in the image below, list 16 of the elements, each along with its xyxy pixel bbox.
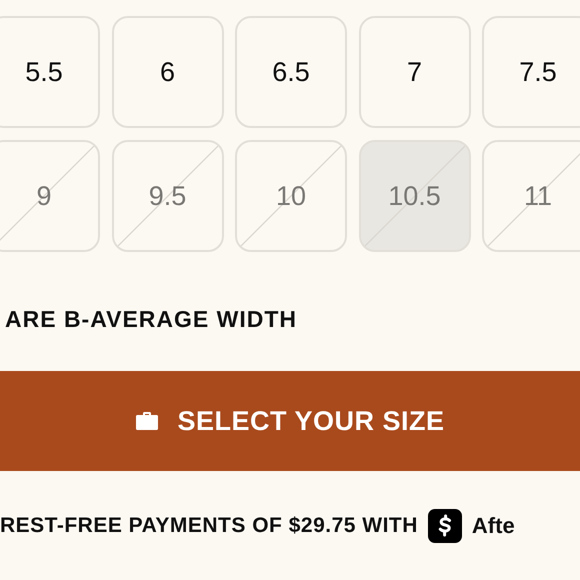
size-option[interactable]: 6 — [112, 16, 224, 128]
dollar-icon — [428, 509, 462, 543]
size-option[interactable]: 7 — [358, 16, 470, 128]
size-option[interactable]: 6.5 — [235, 16, 347, 128]
payment-provider: Afte — [472, 513, 515, 539]
payment-note: REST-FREE PAYMENTS OF $29.75 WITH — [0, 514, 418, 538]
size-option[interactable]: 5.5 — [0, 16, 100, 128]
bag-icon — [135, 411, 160, 431]
size-option[interactable]: 9 — [0, 140, 100, 252]
size-option[interactable]: 11 — [482, 140, 580, 252]
width-note: ARE B-AVERAGE WIDTH — [5, 306, 298, 333]
size-option[interactable]: 9.5 — [112, 140, 224, 252]
size-option[interactable]: 10.5 — [358, 140, 470, 252]
size-option[interactable]: 10 — [235, 140, 347, 252]
size-option[interactable]: 7.5 — [482, 16, 580, 128]
select-size-button[interactable]: SELECT YOUR SIZE — [0, 371, 580, 471]
